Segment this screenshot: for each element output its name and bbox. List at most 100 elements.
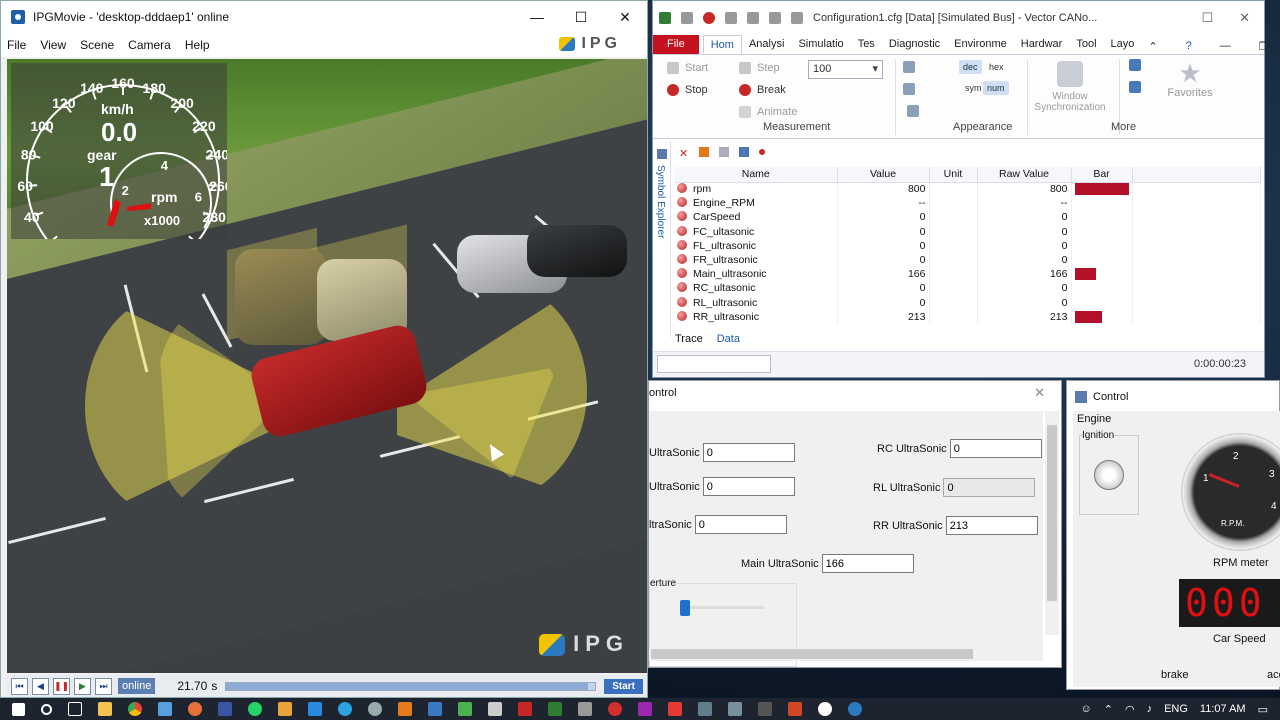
pause-icon[interactable]: ❚❚ bbox=[53, 677, 70, 695]
symbol-explorer-strip[interactable]: Symbol Explorer bbox=[653, 141, 671, 337]
pause-icon[interactable] bbox=[699, 147, 709, 157]
app-icon[interactable] bbox=[608, 702, 622, 716]
ribbon-restore-button[interactable]: ❐ bbox=[1252, 37, 1276, 53]
canoe-close-button[interactable]: ✕ bbox=[1239, 10, 1250, 26]
3d-scene-viewport[interactable]: 2040608010012014016018020022024026028030… bbox=[7, 59, 647, 673]
ignition-key-switch[interactable] bbox=[1094, 460, 1124, 490]
table-row[interactable]: rpm 800 800 bbox=[675, 182, 1261, 197]
favorites-button[interactable]: ★ Favorites bbox=[1165, 59, 1215, 99]
file-explorer-icon[interactable] bbox=[98, 702, 112, 716]
close-button[interactable]: ✕ bbox=[603, 9, 647, 26]
animate-button[interactable]: Animate bbox=[739, 106, 797, 118]
open-folder-icon[interactable] bbox=[725, 12, 737, 24]
link-tool-icon[interactable] bbox=[907, 105, 919, 117]
skip-end-icon[interactable]: ⏭ bbox=[95, 677, 112, 695]
panel2-titlebar[interactable]: Control bbox=[1067, 381, 1279, 407]
app-icon[interactable] bbox=[818, 702, 832, 716]
ribbon-minimize-button[interactable]: — bbox=[1213, 37, 1238, 52]
tab-file[interactable]: File bbox=[653, 35, 699, 54]
stop-record-icon[interactable] bbox=[703, 12, 715, 24]
col-raw-value[interactable]: Raw Value bbox=[977, 167, 1072, 183]
filter-tool-icon[interactable] bbox=[903, 83, 915, 95]
rr-ultrasonic-input[interactable] bbox=[945, 516, 1038, 535]
symbol-explorer-tab[interactable]: Symbol Explorer bbox=[655, 165, 666, 238]
skip-start-icon[interactable]: ⏮ bbox=[11, 677, 28, 695]
vs-code-icon[interactable] bbox=[308, 702, 322, 716]
tab-data[interactable]: Data bbox=[717, 333, 740, 345]
record-icon[interactable] bbox=[759, 149, 765, 155]
language-indicator[interactable]: ENG bbox=[1164, 703, 1188, 715]
fr-ultrasonic-input[interactable] bbox=[694, 515, 787, 534]
powerpoint-icon[interactable] bbox=[788, 702, 802, 716]
panel1-vertical-thumb[interactable] bbox=[1047, 425, 1057, 601]
start-measurement-button[interactable]: Start bbox=[667, 62, 708, 74]
table-row[interactable]: CarSpeed 0 0 bbox=[675, 210, 1261, 225]
panel1-close-button[interactable]: ✕ bbox=[1034, 385, 1045, 401]
help-icon[interactable]: ? bbox=[1179, 37, 1199, 52]
firefox-icon[interactable] bbox=[188, 702, 202, 716]
table-row[interactable]: RR_ultrasonic 213 213 bbox=[675, 309, 1261, 324]
app-icon[interactable] bbox=[548, 702, 562, 716]
menu-scene[interactable]: Scene bbox=[80, 38, 114, 52]
app-icon[interactable] bbox=[368, 702, 382, 716]
hex-toggle[interactable]: hex bbox=[985, 60, 1008, 74]
delete-icon[interactable]: ✕ bbox=[679, 147, 689, 160]
view-tool-icon[interactable] bbox=[903, 61, 915, 73]
menu-view[interactable]: View bbox=[40, 38, 66, 52]
table-row[interactable]: FC_ultasonic 0 0 bbox=[675, 224, 1261, 239]
tab-tools[interactable]: Tool bbox=[1069, 35, 1103, 54]
export-icon[interactable] bbox=[739, 147, 749, 157]
step-button[interactable]: Step bbox=[739, 62, 780, 74]
tab-layout[interactable]: Layo bbox=[1104, 35, 1142, 54]
col-unit[interactable]: Unit bbox=[929, 167, 978, 183]
play-reverse-icon[interactable]: ◀ bbox=[32, 677, 49, 695]
panel-config-icon[interactable] bbox=[1129, 59, 1141, 71]
table-row[interactable]: RL_ultrasonic 0 0 bbox=[675, 295, 1261, 310]
tray-expand-icon[interactable]: ⌃ bbox=[1104, 703, 1113, 716]
panel-view-icon[interactable] bbox=[1129, 81, 1141, 93]
tab-analysis[interactable]: Analysi bbox=[742, 35, 791, 54]
app-icon[interactable] bbox=[458, 702, 472, 716]
windows-start-icon[interactable] bbox=[12, 702, 25, 716]
panel1-horizontal-thumb[interactable] bbox=[651, 649, 973, 659]
app-icon[interactable] bbox=[518, 702, 532, 716]
panel1-horizontal-scrollbar[interactable] bbox=[649, 647, 1043, 661]
main-ultrasonic-input[interactable] bbox=[821, 554, 914, 573]
rc-ultrasonic-input[interactable] bbox=[949, 439, 1042, 458]
table-row[interactable]: FR_ultrasonic 0 0 bbox=[675, 252, 1261, 268]
ipgmovie-taskbar-icon[interactable] bbox=[848, 702, 862, 716]
sym-toggle[interactable]: sym bbox=[961, 81, 986, 95]
minimize-button[interactable]: — bbox=[515, 9, 559, 26]
panel1-vertical-scrollbar[interactable] bbox=[1045, 411, 1059, 635]
timeline-slider[interactable] bbox=[225, 681, 597, 691]
fc-ultrasonic-input[interactable] bbox=[702, 477, 795, 496]
lightning-icon[interactable] bbox=[681, 12, 693, 24]
table-row[interactable]: Main_ultrasonic 166 166 bbox=[675, 267, 1261, 282]
maximize-button[interactable]: ☐ bbox=[559, 9, 603, 26]
col-value[interactable]: Value bbox=[837, 167, 930, 183]
clock[interactable]: 11:07 AM bbox=[1200, 703, 1246, 715]
window-sync-button[interactable]: Window Synchronization bbox=[1029, 61, 1111, 113]
stop-measurement-button[interactable]: Stop bbox=[667, 84, 708, 96]
config-icon[interactable] bbox=[791, 12, 803, 24]
aperture-slider-track[interactable] bbox=[682, 606, 764, 609]
menu-file[interactable]: File bbox=[7, 38, 26, 52]
app-icon[interactable] bbox=[488, 702, 502, 716]
canoe-titlebar[interactable]: Configuration1.cfg [Data] [Simulated Bus… bbox=[653, 1, 1264, 35]
fl-ultrasonic-input[interactable] bbox=[702, 443, 795, 462]
table-row[interactable]: Engine_RPM -- -- bbox=[675, 196, 1261, 211]
play-icon[interactable]: ▶ bbox=[74, 677, 91, 695]
app-icon[interactable] bbox=[398, 702, 412, 716]
people-icon[interactable]: ☺ bbox=[1081, 703, 1092, 715]
break-button[interactable]: Break bbox=[739, 84, 786, 96]
store-icon[interactable] bbox=[158, 702, 172, 716]
tab-hardware[interactable]: Hardwar bbox=[1014, 35, 1070, 54]
num-toggle[interactable]: num bbox=[983, 81, 1009, 95]
tab-simulation[interactable]: Simulatio bbox=[791, 35, 850, 54]
app-icon[interactable] bbox=[668, 702, 682, 716]
table-row[interactable]: FL_ultrasonic 0 0 bbox=[675, 238, 1261, 253]
aperture-slider-thumb[interactable] bbox=[680, 600, 690, 616]
telegram-icon[interactable] bbox=[338, 702, 352, 716]
visio-icon[interactable] bbox=[218, 702, 232, 716]
tab-environment[interactable]: Environme bbox=[947, 35, 1014, 54]
